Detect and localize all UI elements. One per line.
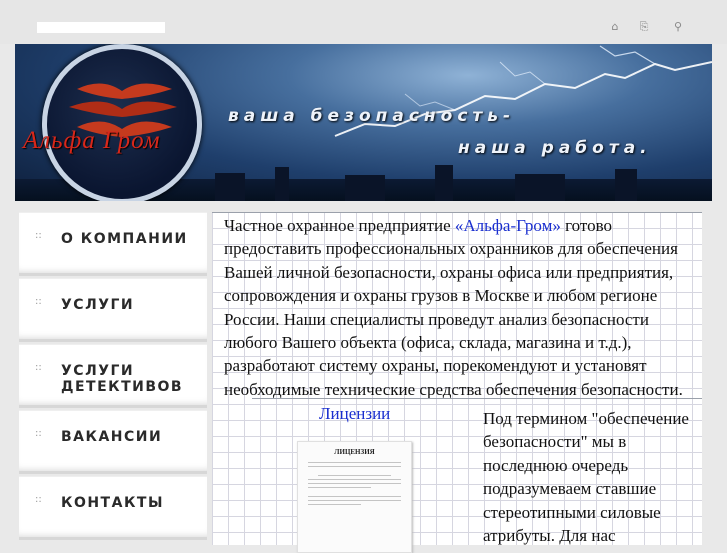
nav-item-detective-services[interactable]: :: Услуги детективов xyxy=(19,344,207,408)
nav-item-contacts[interactable]: :: Контакты xyxy=(19,476,207,540)
top-divider xyxy=(212,212,702,213)
nav-bullet: :: xyxy=(35,230,42,241)
section-divider xyxy=(252,398,702,399)
nav-item-label: Контакты xyxy=(61,495,164,511)
nav-item-label: Вакансии xyxy=(61,429,163,445)
logo-emblem-icon xyxy=(69,83,177,137)
top-bar: ⌂ ⎘ ⚲ xyxy=(0,0,727,44)
intro-text-start: Частное охранное предприятие xyxy=(224,216,455,235)
nav-item-label: О компании xyxy=(61,231,188,247)
intro-text-end: готово предоставить профессиональных охр… xyxy=(224,216,683,399)
nav-item-label: Услуги детективов xyxy=(61,363,184,395)
company-logo[interactable] xyxy=(42,44,202,201)
main-content: Частное охранное предприятие «Альфа-Гром… xyxy=(212,212,702,553)
intro-paragraph: Частное охранное предприятие «Альфа-Гром… xyxy=(224,214,702,401)
slogan-line-1: ваша безопасность- xyxy=(228,106,516,126)
slogan-line-2: наша работа. xyxy=(458,138,652,158)
nav-bullet: :: xyxy=(35,428,42,439)
logo-text: Альфа Гром xyxy=(23,127,161,154)
top-bar-field xyxy=(37,22,165,33)
nav-bullet: :: xyxy=(35,362,42,373)
nav-item-services[interactable]: :: Услуги xyxy=(19,278,207,342)
license-doc-title: ЛИЦЕНЗИЯ xyxy=(334,448,375,456)
license-document-thumbnail[interactable]: ЛИЦЕНЗИЯ xyxy=(297,441,412,553)
home-icon[interactable]: ⌂ xyxy=(608,20,622,34)
nav-item-about[interactable]: :: О компании xyxy=(19,212,207,276)
company-name-link[interactable]: «Альфа-Гром» xyxy=(455,216,561,235)
nav-bullet: :: xyxy=(35,494,42,505)
nav-item-vacancies[interactable]: :: Вакансии xyxy=(19,410,207,474)
header-banner: Альфа Гром ваша безопасность- наша работ… xyxy=(15,44,712,201)
term-paragraph: Под термином "обеспечение безопасности" … xyxy=(483,409,689,546)
sidebar-nav: :: О компании :: Услуги :: Услуги детект… xyxy=(19,212,207,545)
licenses-link[interactable]: Лицензии xyxy=(319,404,390,424)
search-icon[interactable]: ⚲ xyxy=(671,20,685,34)
nav-bullet: :: xyxy=(35,296,42,307)
sitemap-icon[interactable]: ⎘ xyxy=(637,20,651,34)
nav-item-label: Услуги xyxy=(61,297,135,313)
